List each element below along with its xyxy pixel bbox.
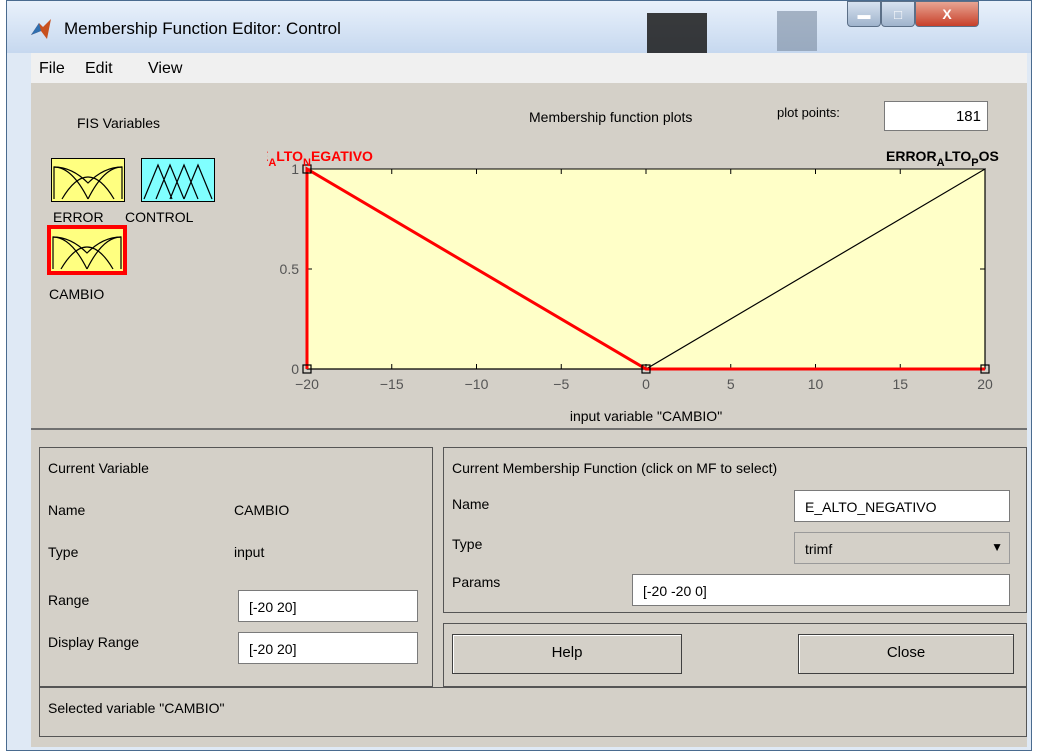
display-range-label: Display Range [48, 634, 140, 650]
menu-bar: File Edit View [31, 53, 1027, 84]
fis-variable-error-label: ERROR [53, 209, 104, 225]
plot-area [306, 168, 986, 370]
window-title: Membership Function Editor: Control [64, 19, 341, 38]
range-input[interactable]: [-20 20] [238, 590, 418, 622]
mf-type-select[interactable]: trimf ▼ [794, 532, 1010, 564]
plot-title: Membership function plots [529, 109, 693, 125]
editor-client-area: FIS Variables ERROR CONTROL CAMBIO Membe… [31, 83, 1027, 747]
fis-variable-control-label: CONTROL [125, 209, 194, 225]
variable-type-label: Type [48, 544, 79, 560]
fis-variable-error[interactable] [51, 158, 125, 202]
mf-params-input[interactable]: [-20 -20 0] [632, 574, 1010, 606]
mf-params-label: Params [452, 574, 501, 590]
close-button[interactable]: Close [798, 634, 1014, 674]
menu-view[interactable]: View [148, 60, 182, 78]
x-tick-label: −15 [380, 376, 404, 392]
mf-type-value: trimf [805, 541, 833, 557]
x-tick-label: −5 [553, 376, 569, 392]
y-tick-label: 0 [291, 361, 299, 377]
matlab-icon [31, 19, 51, 39]
minimize-icon: ▬ [857, 6, 871, 22]
maximize-button[interactable]: □ [881, 1, 915, 27]
display-range-input[interactable]: [-20 20] [238, 632, 418, 664]
x-tick-label: −10 [465, 376, 489, 392]
menu-file[interactable]: File [39, 60, 65, 78]
mf-label-error-alto-pos[interactable]: ERRORALTOPOS [886, 148, 999, 169]
variable-type-value: input [234, 544, 265, 560]
buttons-panel: Help Close [443, 623, 1027, 687]
y-tick-label: 0.5 [280, 261, 300, 277]
maximize-icon: □ [894, 6, 902, 22]
chevron-down-icon[interactable]: ▼ [991, 540, 1003, 554]
membership-function-plot[interactable]: −20−15−10−50510152000.51 EALTONEGATIVO E… [267, 129, 1027, 429]
variable-name-value: CAMBIO [234, 502, 290, 518]
mf-label-e-alto-negativo[interactable]: EALTONEGATIVO [267, 148, 373, 169]
close-icon: X [942, 6, 952, 22]
fis-variables-label: FIS Variables [77, 115, 160, 131]
app-window: Membership Function Editor: Control ▬ □ … [6, 0, 1032, 751]
current-variable-header: Current Variable [48, 460, 149, 476]
title-bar-background-2 [777, 11, 817, 51]
fis-variable-cambio-label: CAMBIO [49, 286, 105, 302]
menu-edit[interactable]: Edit [85, 60, 113, 78]
current-mf-panel: Current Membership Function (click on MF… [443, 447, 1027, 613]
range-label: Range [48, 592, 90, 608]
x-tick-label: 20 [977, 376, 993, 392]
current-mf-header: Current Membership Function (click on MF… [452, 460, 778, 476]
fis-variable-control[interactable] [141, 158, 215, 202]
current-variable-panel: Current Variable Name CAMBIO Type input … [39, 447, 433, 687]
plot-points-label: plot points: [777, 105, 840, 120]
plot-xlabel: input variable "CAMBIO" [570, 408, 722, 424]
fis-variable-cambio[interactable] [47, 225, 127, 275]
title-bar[interactable]: Membership Function Editor: Control ▬ □ … [7, 1, 1031, 53]
mf-type-label: Type [452, 536, 483, 552]
status-text: Selected variable "CAMBIO" [48, 700, 225, 716]
mf-shape-icon [53, 166, 123, 200]
x-tick-label: 0 [642, 376, 650, 392]
close-window-button[interactable]: X [915, 1, 979, 27]
x-tick-label: 10 [808, 376, 824, 392]
mf-shape-icon [143, 163, 213, 200]
mf-shape-icon [52, 236, 122, 270]
plot-points-input[interactable]: 181 [884, 101, 988, 131]
status-bar: Selected variable "CAMBIO" [39, 687, 1027, 737]
x-tick-label: 15 [892, 376, 908, 392]
mf-name-label: Name [452, 496, 490, 512]
help-button[interactable]: Help [452, 634, 682, 674]
mf-name-input[interactable]: E_ALTO_NEGATIVO [794, 490, 1010, 522]
title-bar-background [647, 13, 707, 53]
variable-name-label: Name [48, 502, 86, 518]
x-tick-label: −20 [295, 376, 319, 392]
minimize-button[interactable]: ▬ [847, 1, 881, 27]
x-tick-label: 5 [727, 376, 735, 392]
